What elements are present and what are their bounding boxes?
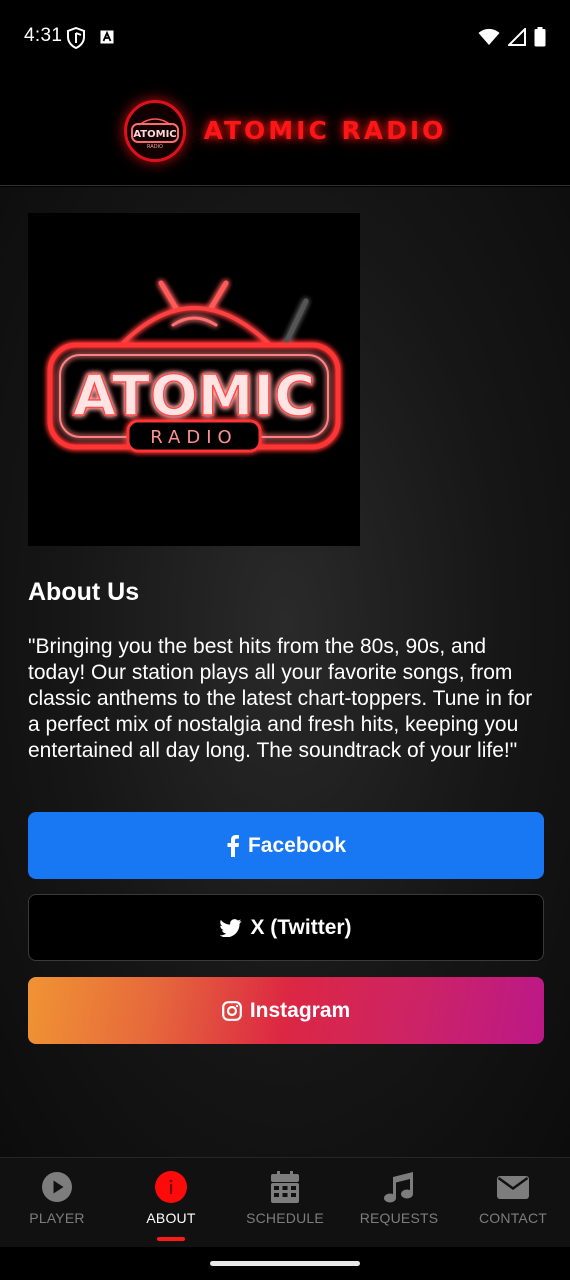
play-circle-icon [40,1170,74,1204]
atomic-radio-neon-logo: ATOMIC RADIO [47,280,341,453]
music-note-icon [382,1170,416,1204]
instagram-icon [221,1000,242,1021]
status-bar: 4:31 [0,0,570,76]
wifi-icon [478,28,500,45]
active-tab-indicator [157,1237,185,1241]
status-indicators [478,27,546,47]
facebook-button[interactable]: Facebook [28,812,544,879]
app-header: ATOMIC RADIO ATOMIC RADIO [0,76,570,186]
facebook-icon [226,834,240,857]
notification-a-icon [100,30,114,44]
header-logo: ATOMIC RADIO [123,99,186,162]
nav-about-label: ABOUT [146,1210,196,1226]
about-heading: About Us [28,578,140,606]
twitter-label: X (Twitter) [250,915,352,939]
nav-requests-label: REQUESTS [359,1210,439,1226]
info-icon [154,1170,188,1204]
bottom-navigation: PLAYER ABOUT SCHEDULE REQUESTS CONTACT [0,1157,570,1247]
nav-about[interactable]: ABOUT [114,1158,228,1247]
status-time: 4:31 [24,25,63,46]
about-description: "Bringing you the best hits from the 80s… [28,635,533,762]
header-logo-text: ATOMIC [133,129,176,140]
twitter-icon [220,918,242,937]
nav-requests[interactable]: REQUESTS [342,1158,456,1247]
home-gesture-handle[interactable] [210,1261,360,1266]
nav-player[interactable]: PLAYER [0,1158,114,1247]
artwork-title: ATOMIC [73,364,315,429]
instagram-label: Instagram [249,998,351,1022]
twitter-button[interactable]: X (Twitter) [28,894,544,961]
header-logo-subtext: RADIO [147,144,163,150]
envelope-icon [496,1170,530,1204]
signal-icon [508,28,526,46]
gesture-bar [0,1247,570,1280]
shield-icon [67,27,85,49]
facebook-label: Facebook [247,833,347,857]
instagram-button[interactable]: Instagram [28,977,544,1044]
calendar-icon [268,1170,302,1204]
nav-contact[interactable]: CONTACT [456,1158,570,1247]
atomic-radio-logo-icon: ATOMIC RADIO [130,117,179,150]
nav-player-label: PLAYER [29,1210,85,1226]
about-screen: ATOMIC RADIO About Us "Bringing you the … [0,187,570,1157]
nav-schedule[interactable]: SCHEDULE [228,1158,342,1247]
battery-icon [534,27,546,47]
app-title: ATOMIC RADIO [203,116,447,145]
nav-schedule-label: SCHEDULE [246,1210,324,1226]
nav-contact-label: CONTACT [478,1210,548,1226]
station-artwork: ATOMIC RADIO [28,213,360,546]
artwork-subtitle: RADIO [150,427,237,448]
